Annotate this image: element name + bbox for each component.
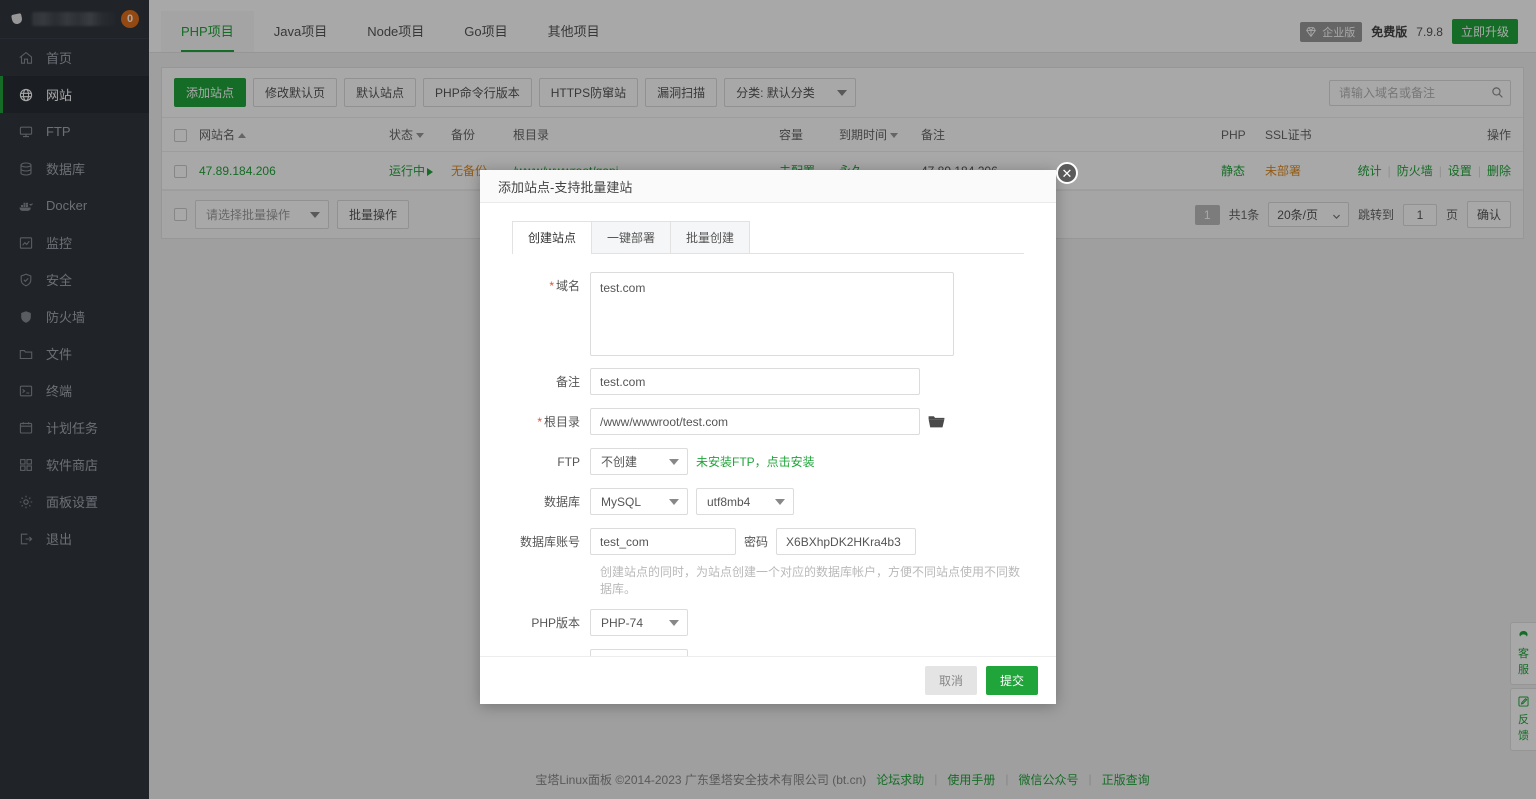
php-version-control: PHP-74 [590, 609, 688, 636]
cancel-button[interactable]: 取消 [925, 666, 977, 695]
modal-body: 创建站点 一键部署 批量创建 *域名 备注 [480, 203, 1056, 655]
ftp-control: 不创建 未安装FTP，点击安装 [590, 448, 815, 475]
root-control [590, 408, 945, 435]
modal-tab-one-click-deploy[interactable]: 一键部署 [591, 221, 671, 253]
database-type-select[interactable]: MySQL [590, 488, 688, 515]
field-row-root: *根目录 [512, 408, 1024, 436]
ftp-install-hint[interactable]: 未安装FTP，点击安装 [696, 453, 815, 470]
database-charset-value: utf8mb4 [707, 495, 750, 509]
add-site-form: *域名 备注 *根目录 [512, 254, 1024, 655]
modal-footer: 取消 提交 [480, 656, 1056, 704]
required-mark: * [537, 415, 542, 429]
root-label-text: 根目录 [544, 415, 580, 429]
submit-button[interactable]: 提交 [986, 666, 1038, 695]
domain-label-text: 域名 [556, 279, 580, 293]
ftp-label: FTP [512, 448, 590, 476]
field-row-php-version: PHP版本 PHP-74 [512, 609, 1024, 637]
folder-browse-icon[interactable] [928, 414, 945, 429]
db-account-label: 数据库账号 [512, 528, 590, 556]
field-row-db-account: 数据库账号 密码 [512, 528, 1024, 556]
modal-tab-batch-create[interactable]: 批量创建 [670, 221, 750, 253]
field-row-remark: 备注 [512, 368, 1024, 396]
chevron-down-icon [669, 459, 679, 465]
php-version-select[interactable]: PHP-74 [590, 609, 688, 636]
modal-title-bar: 添加站点-支持批量建站 [480, 170, 1056, 203]
modal-tabs: 创建站点 一键部署 批量创建 [512, 221, 1024, 254]
db-password-label: 密码 [744, 533, 768, 550]
db-account-help-text: 创建站点的同时，为站点创建一个对应的数据库帐户，方便不同站点使用不同数据库。 [600, 563, 1024, 597]
chevron-down-icon [669, 620, 679, 626]
modal-tab-label: 创建站点 [528, 231, 576, 245]
modal-title: 添加站点-支持批量建站 [498, 177, 632, 196]
database-charset-select[interactable]: utf8mb4 [696, 488, 794, 515]
close-icon[interactable]: ✕ [1056, 162, 1078, 184]
db-account-control: 密码 [590, 528, 916, 555]
modal-tab-label: 一键部署 [607, 231, 655, 245]
domain-label: *域名 [512, 272, 590, 300]
remark-input[interactable] [590, 368, 920, 395]
root-label: *根目录 [512, 408, 590, 436]
modal-tab-create-site[interactable]: 创建站点 [512, 221, 592, 253]
php-version-value: PHP-74 [601, 616, 643, 630]
db-account-input[interactable] [590, 528, 736, 555]
db-password-input[interactable] [776, 528, 916, 555]
database-type-value: MySQL [601, 495, 641, 509]
ftp-select-value: 不创建 [601, 453, 637, 470]
ftp-select[interactable]: 不创建 [590, 448, 688, 475]
add-site-modal: ✕ 添加站点-支持批量建站 创建站点 一键部署 批量创建 *域名 备注 [480, 170, 1056, 704]
remark-label: 备注 [512, 368, 590, 396]
remark-control [590, 368, 920, 395]
domain-textarea[interactable] [590, 272, 954, 356]
php-version-label: PHP版本 [512, 609, 590, 637]
root-dir-input[interactable] [590, 408, 920, 435]
chevron-down-icon [669, 499, 679, 505]
database-control: MySQL utf8mb4 [590, 488, 794, 515]
field-row-database: 数据库 MySQL utf8mb4 [512, 488, 1024, 516]
modal-tab-label: 批量创建 [686, 231, 734, 245]
field-row-ftp: FTP 不创建 未安装FTP，点击安装 [512, 448, 1024, 476]
domain-control [590, 272, 954, 356]
chevron-down-icon [775, 499, 785, 505]
field-row-domain: *域名 [512, 272, 1024, 356]
required-mark: * [549, 279, 554, 293]
database-label: 数据库 [512, 488, 590, 516]
